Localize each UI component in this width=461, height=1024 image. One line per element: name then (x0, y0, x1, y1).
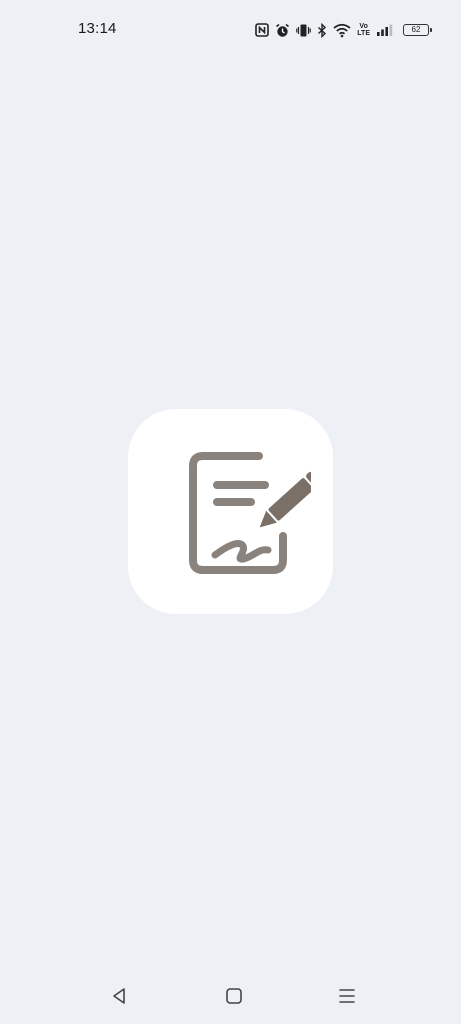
volte-bottom: LTE (357, 30, 370, 37)
volte-icon: Vo LTE (357, 21, 370, 39)
signal-icon (376, 21, 393, 39)
nfc-icon (255, 21, 270, 39)
alarm-icon (275, 21, 290, 39)
battery-icon: 62 (403, 24, 432, 36)
status-icons: Vo LTE 62 (255, 21, 432, 39)
document-signature-icon (188, 451, 311, 574)
bluetooth-icon (317, 21, 327, 39)
status-time: 13:14 (78, 20, 117, 37)
back-button[interactable] (107, 984, 131, 1008)
recents-button[interactable] (335, 984, 359, 1008)
status-bar: 13:14 Vo LTE 62 (0, 0, 461, 62)
home-button[interactable] (222, 984, 246, 1008)
volte-top: Vo (359, 23, 368, 30)
app-logo (128, 409, 333, 614)
wifi-icon (333, 21, 351, 39)
back-icon (113, 988, 125, 1004)
vibrate-icon (296, 21, 312, 39)
recents-icon (339, 989, 355, 1003)
navigation-bar (0, 960, 461, 1024)
home-icon (226, 988, 242, 1004)
battery-level: 62 (411, 25, 421, 34)
